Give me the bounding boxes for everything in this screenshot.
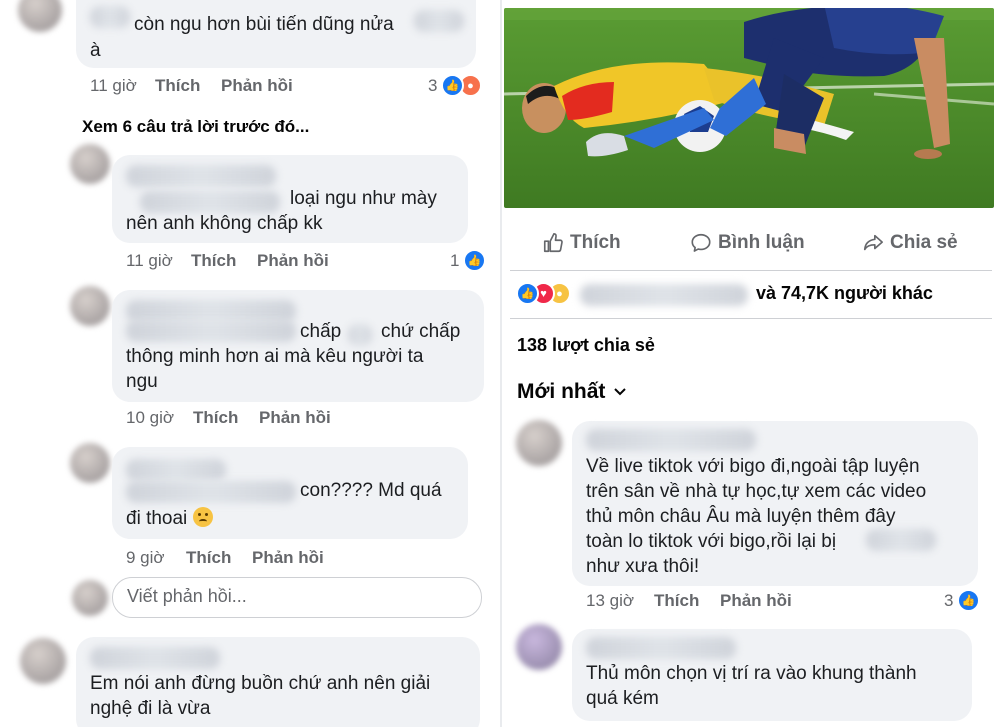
blurred-author-name [126,459,226,481]
reply-text-line: nên anh không chấp kk [126,213,323,234]
reply-link[interactable]: Phản hồi [257,251,329,271]
comment-text-line: như xưa thôi! [586,556,700,577]
comment-button-label: Bình luận [718,232,805,253]
comment-text-line: còn ngu hơn bùi tiến dũng nửa [134,14,394,35]
blurred-text [126,320,296,342]
like-link[interactable]: Thích [186,548,231,568]
reply-text-line: chấp [300,321,342,342]
right-post-panel: Thích Bình luận Chia sẻ 👍 ♥ ● và 74,7K n… [502,0,1000,727]
reply-time[interactable]: 9 giờ [126,548,165,568]
blurred-text [414,10,464,32]
blurred-reactor-names [580,284,748,306]
reply-text-line: thông minh hơn ai mà kêu người ta [126,346,424,367]
like-reaction-icon[interactable]: 👍 [463,249,486,272]
reactions-summary[interactable]: và 74,7K người khác [756,283,933,304]
comment-text-line: quá kém [586,688,659,709]
blurred-author-name [126,165,276,187]
comment-text-line: trên sân về nhà tự học,tự xem các video [586,481,927,502]
reply-time[interactable]: 10 giờ [126,408,174,428]
comment-icon [691,233,711,252]
like-icon [543,233,563,253]
like-link[interactable]: Thích [193,408,238,428]
comment-button[interactable]: Bình luận [690,232,805,254]
reply-link[interactable]: Phản hồi [252,548,324,568]
confused-emoji-icon [192,507,213,527]
share-button[interactable]: Chia sẻ [862,232,958,254]
blurred-author-name [126,300,296,322]
comment-time[interactable]: 11 giờ [90,76,137,96]
like-link[interactable]: Thích [654,591,699,611]
reply-text-line: ngu [126,371,158,392]
reaction-count[interactable]: 1 [450,251,459,271]
post-actions-bar: Thích Bình luận Chia sẻ [502,226,1000,266]
avatar[interactable] [516,420,562,466]
football-scene-image [504,8,994,208]
avatar[interactable] [516,624,562,670]
avatar[interactable] [18,0,62,32]
comment-text-line: nghệ đi là vừa [90,698,211,719]
reply-link[interactable]: Phản hồi [259,408,331,428]
comment-text-line: Em nói anh đừng buồn chứ anh nên giải [90,673,431,694]
sort-label: Mới nhất [517,380,606,403]
comment-time[interactable]: 13 giờ [586,591,634,611]
reaction-count[interactable]: 3 [944,591,953,611]
avatar[interactable] [70,144,110,184]
comment-text-line: thủ môn châu Âu mà luyện thêm đây [586,506,896,527]
comment-text-line: Về live tiktok với bigo đi,ngoài tập luy… [586,456,920,477]
like-reaction-icon[interactable]: 👍 [516,282,539,305]
blurred-text [140,191,280,213]
blurred-text [348,324,372,346]
shares-count[interactable]: 138 lượt chia sẻ [517,335,655,356]
reply-text-line: con???? Md quá [300,480,442,501]
blurred-author-name [586,429,756,451]
avatar[interactable] [20,638,66,684]
divider-line [510,270,992,271]
reply-input[interactable]: Viết phản hồi... [112,577,482,618]
share-icon [863,234,883,251]
reaction-count[interactable]: 3 [428,76,437,96]
reply-time[interactable]: 11 giờ [126,251,173,271]
reply-text-line: loại ngu như mày [290,188,437,209]
reply-text: đi thoai [126,508,188,529]
like-reaction-icon[interactable]: 👍 [441,74,464,97]
comment-text-line: toàn lo tiktok với bigo,rồi lại bị [586,531,837,552]
like-link[interactable]: Thích [155,76,200,96]
comment-sort-dropdown[interactable]: Mới nhất [517,380,627,404]
reply-text-line: chứ chấp [381,321,461,342]
avatar [72,580,108,616]
like-reaction-icon[interactable]: 👍 [957,589,980,612]
reply-link[interactable]: Phản hồi [221,76,293,96]
post-photo[interactable] [504,8,994,208]
blurred-text [866,529,936,551]
reply-text-line: đi thoai [126,507,213,531]
view-previous-replies-link[interactable]: Xem 6 câu trả lời trước đó... [82,117,309,137]
blurred-author-name [90,647,220,669]
left-comments-panel: còn ngu hơn bùi tiến dũng nửa à 11 giờ T… [0,0,500,727]
chevron-down-icon [614,388,627,396]
blurred-text [126,481,296,503]
avatar[interactable] [70,286,110,326]
like-link[interactable]: Thích [191,251,236,271]
divider-line [510,318,992,319]
like-button[interactable]: Thích [542,232,621,254]
comment-text-line: à [90,40,101,61]
comment-text-line: Thủ môn chọn vị trí ra vào khung thành [586,663,917,684]
avatar[interactable] [70,443,110,483]
like-button-label: Thích [570,232,621,253]
blurred-author-name [90,6,130,28]
blurred-author-name [586,637,736,659]
reply-link[interactable]: Phản hồi [720,591,792,611]
share-button-label: Chia sẻ [890,232,958,253]
